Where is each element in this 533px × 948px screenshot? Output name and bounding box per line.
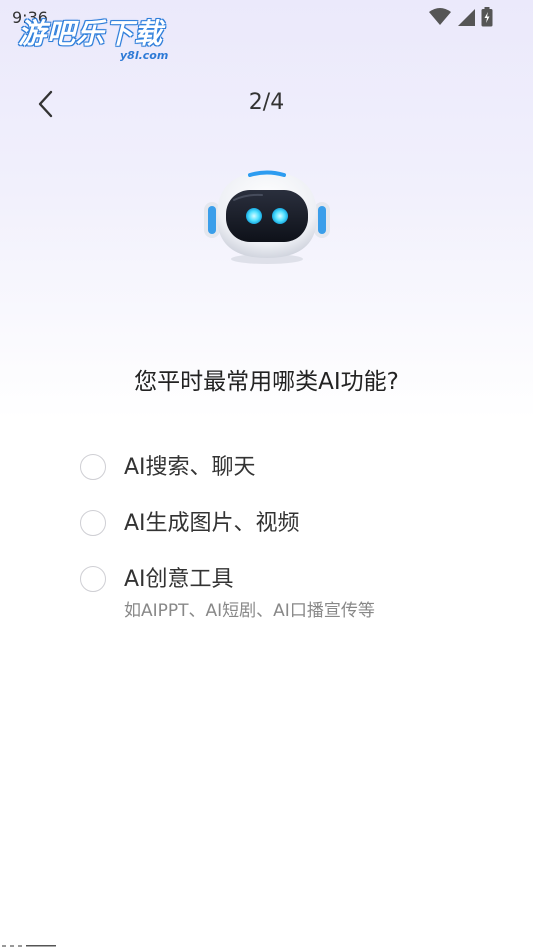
- watermark-domain: y8l.com: [120, 49, 169, 62]
- option-ai-creative-tools[interactable]: AI创意工具 如AIPPT、AI短剧、AI口播宣传等: [80, 562, 375, 621]
- question-title: 您平时最常用哪类AI功能?: [134, 369, 399, 395]
- wifi-icon: [429, 8, 451, 25]
- step-indicator: 2/4: [248, 90, 285, 115]
- option-label: AI生成图片、视频: [124, 511, 300, 536]
- robot-mascot-icon: [204, 170, 330, 264]
- watermark-logo: 游吧乐下载 y8l.com: [18, 17, 168, 62]
- option-text: AI创意工具 如AIPPT、AI短剧、AI口播宣传等: [124, 562, 375, 621]
- watermark-text: 游吧乐下载: [18, 17, 164, 50]
- option-text: AI生成图片、视频: [124, 506, 300, 542]
- battery-icon: [481, 7, 493, 27]
- options-list: AI搜索、聊天 AI生成图片、视频 AI创意工具 如AIPPT、AI短剧、AI口…: [80, 450, 375, 621]
- header: 2/4: [0, 80, 533, 130]
- option-ai-image-video[interactable]: AI生成图片、视频: [80, 506, 375, 542]
- bottom-edge-marks: [2, 945, 56, 947]
- signal-icon: [458, 9, 475, 26]
- option-label: AI创意工具: [124, 567, 234, 592]
- radio-button[interactable]: [80, 566, 106, 592]
- status-icons: [429, 7, 493, 27]
- radio-button[interactable]: [80, 510, 106, 536]
- option-text: AI搜索、聊天: [124, 450, 256, 486]
- option-label: AI搜索、聊天: [124, 455, 256, 480]
- option-description: 如AIPPT、AI短剧、AI口播宣传等: [124, 601, 375, 621]
- option-ai-search-chat[interactable]: AI搜索、聊天: [80, 450, 375, 486]
- radio-button[interactable]: [80, 454, 106, 480]
